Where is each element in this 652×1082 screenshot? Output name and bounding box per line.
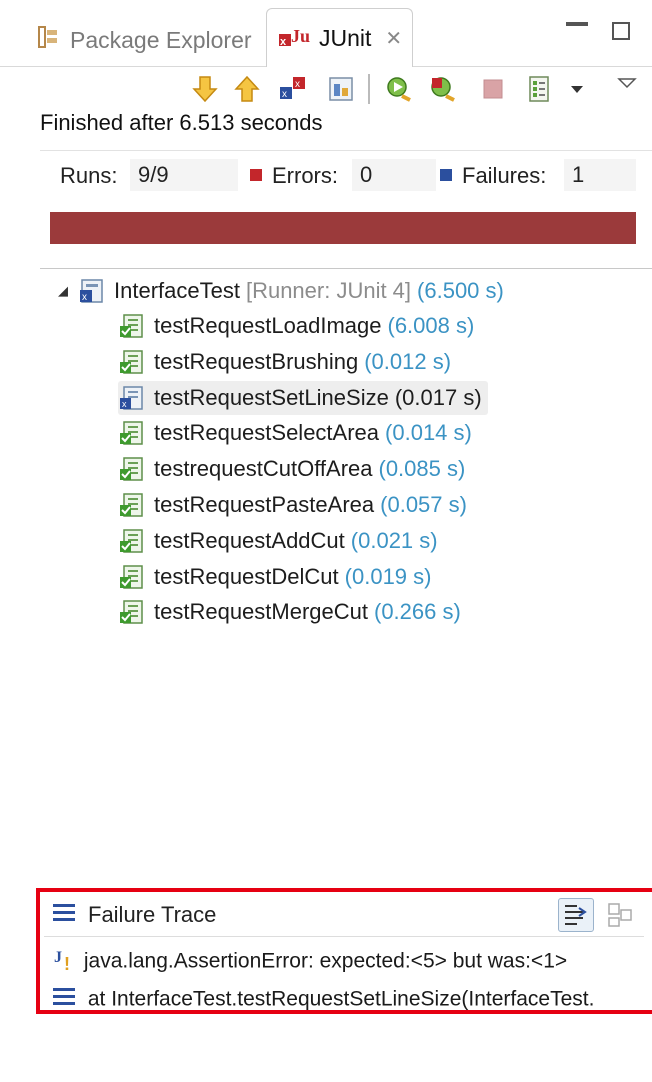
stop-icon[interactable] xyxy=(478,74,508,104)
svg-text:J: J xyxy=(54,949,62,966)
test-case-row[interactable]: testRequestBrushing (0.012 s) xyxy=(118,345,451,379)
tab-junit-label: JUnit xyxy=(319,24,372,51)
failure-trace-icon xyxy=(52,902,76,929)
run-status-text: Finished after 6.513 seconds xyxy=(40,110,323,135)
tab-junit[interactable]: x Ju JUnit ✕ xyxy=(266,8,414,67)
trace-line-stackframe-text: at InterfaceTest.testRequestSetLineSize(… xyxy=(87,987,595,1011)
failure-trace-header: Failure Trace xyxy=(44,896,652,934)
test-case-name: testRequestPasteArea xyxy=(154,492,375,517)
test-case-row[interactable]: testRequestLoadImage (6.008 s) xyxy=(118,309,474,343)
collapse-arrow-icon[interactable]: ◢ xyxy=(58,283,68,299)
svg-text:x: x xyxy=(82,292,87,303)
svg-text:x: x xyxy=(280,36,287,48)
failures-label: Failures: xyxy=(462,163,547,188)
stack-frame-icon xyxy=(52,986,82,1014)
history-dropdown-icon[interactable] xyxy=(562,74,592,104)
svg-text:x: x xyxy=(282,89,287,100)
test-counters: Runs: 9/9 Errors: 0 Failures: 1 xyxy=(40,150,652,197)
test-case-time: (0.014 s) xyxy=(385,420,472,446)
test-case-name: testRequestSetLineSize xyxy=(154,384,389,410)
exception-icon: J! xyxy=(52,946,78,978)
tree-root-row[interactable]: ◢ x InterfaceTest [Runner: JUnit 4] (6.5… xyxy=(58,274,504,308)
test-failed-icon: x xyxy=(118,385,144,411)
test-case-time: (0.057 s) xyxy=(380,492,467,517)
minimize-icon[interactable] xyxy=(566,22,588,26)
rerun-failures-first-icon[interactable] xyxy=(428,74,458,104)
tab-package-explorer-label: Package Explorer xyxy=(70,26,252,53)
svg-text:x: x xyxy=(295,79,300,90)
test-passed-icon xyxy=(118,349,144,375)
test-case-time: (0.085 s) xyxy=(378,456,466,482)
test-case-name: testRequestLoadImage xyxy=(154,313,382,338)
test-suite-failed-icon: x xyxy=(78,278,104,304)
test-suite-time: (6.500 s) xyxy=(417,278,504,303)
test-passed-icon xyxy=(118,313,144,339)
previous-failure-icon[interactable] xyxy=(232,74,262,104)
view-tab-bar: Package Explorer x Ju JUnit ✕ xyxy=(0,0,652,68)
junit-toolbar: xx xyxy=(0,68,652,110)
test-passed-icon xyxy=(118,420,144,446)
test-run-history-icon[interactable] xyxy=(524,74,554,104)
junit-icon: x Ju xyxy=(277,22,311,54)
test-case-row[interactable]: testrequestCutOffArea (0.085 s) xyxy=(118,452,465,486)
svg-text:x: x xyxy=(122,399,127,409)
errors-label: Errors: xyxy=(272,163,338,188)
test-case-name: testRequestAddCut xyxy=(154,527,345,553)
failure-icon xyxy=(440,169,452,181)
test-progress-bar xyxy=(50,212,636,244)
test-case-row[interactable]: testRequestSelectArea (0.014 s) xyxy=(118,416,472,450)
test-passed-icon xyxy=(118,528,144,554)
test-case-row[interactable]: testRequestAddCut (0.021 s) xyxy=(118,524,438,558)
runs-value: 9/9 xyxy=(130,159,238,191)
errors-value: 0 xyxy=(352,159,436,191)
failure-trace-title: Failure Trace xyxy=(88,902,217,927)
test-case-time: (6.008 s) xyxy=(387,313,475,338)
test-case-row[interactable]: testRequestMergeCut (0.266 s) xyxy=(118,595,461,629)
test-runner-label: [Runner: JUnit 4] xyxy=(245,278,412,303)
trace-line-exception-text: java.lang.AssertionError: expected:<5> b… xyxy=(83,949,568,973)
failure-trace-divider xyxy=(44,936,644,937)
scroll-lock-icon[interactable] xyxy=(326,74,356,104)
test-passed-icon xyxy=(118,456,144,482)
compare-result-icon[interactable] xyxy=(606,900,636,935)
tree-divider xyxy=(40,268,652,269)
test-suite-name: InterfaceTest xyxy=(114,278,240,303)
test-passed-icon xyxy=(118,599,144,625)
failures-value: 1 xyxy=(564,159,636,191)
toolbar-separator xyxy=(368,74,370,104)
package-explorer-icon xyxy=(36,24,62,56)
test-case-name: testRequestSelectArea xyxy=(154,420,380,446)
rerun-test-icon[interactable] xyxy=(384,74,414,104)
test-case-time: (0.021 s) xyxy=(350,527,438,553)
test-passed-icon xyxy=(118,564,144,590)
trace-line-stackframe[interactable]: at InterfaceTest.testRequestSetLineSize(… xyxy=(52,986,594,1014)
test-case-name: testRequestBrushing xyxy=(154,348,359,374)
test-passed-icon xyxy=(118,492,144,518)
maximize-icon[interactable] xyxy=(612,22,630,40)
runs-label: Runs: xyxy=(60,163,118,188)
show-failures-only-icon[interactable]: xx xyxy=(278,74,308,104)
svg-text:Ju: Ju xyxy=(291,26,310,46)
test-case-name: testRequestMergeCut xyxy=(154,599,368,625)
filter-stack-trace-icon[interactable] xyxy=(558,898,594,932)
test-case-row[interactable]: testRequestDelCut (0.019 s) xyxy=(118,560,431,594)
test-case-name: testrequestCutOffArea xyxy=(154,456,373,482)
close-icon[interactable]: ✕ xyxy=(385,26,402,51)
next-failure-icon[interactable] xyxy=(190,74,220,104)
tab-package-explorer[interactable]: Package Explorer xyxy=(36,14,252,66)
test-case-name: testRequestDelCut xyxy=(154,563,339,589)
test-case-time: (0.017 s) xyxy=(394,384,482,410)
test-case-time: (0.019 s) xyxy=(344,563,432,589)
error-icon xyxy=(250,169,262,181)
svg-text:!: ! xyxy=(64,954,70,972)
test-case-time: (0.266 s) xyxy=(374,599,461,625)
trace-line-exception[interactable]: J! java.lang.AssertionError: expected:<5… xyxy=(52,946,567,978)
test-case-row[interactable]: testRequestPasteArea (0.057 s) xyxy=(118,488,467,522)
test-case-time: (0.012 s) xyxy=(364,348,452,374)
view-menu-icon[interactable] xyxy=(612,68,642,98)
test-case-row[interactable]: x testRequestSetLineSize (0.017 s) xyxy=(118,380,488,415)
